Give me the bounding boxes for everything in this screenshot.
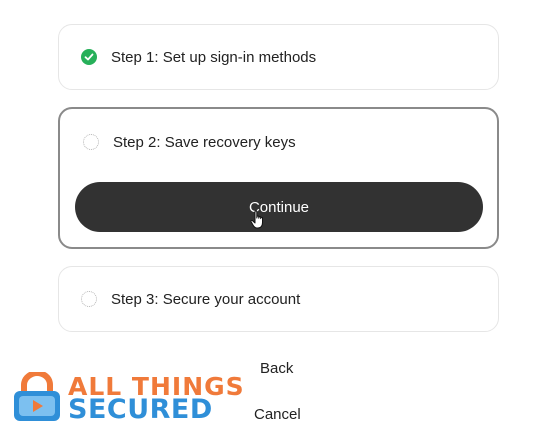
padlock-play-icon — [14, 372, 60, 421]
pending-circle-icon — [81, 291, 97, 307]
step-1-card[interactable]: Step 1: Set up sign-in methods — [58, 24, 499, 90]
continue-button[interactable]: Continue — [75, 182, 483, 232]
step-3-label: Step 3: Secure your account — [111, 290, 301, 308]
check-circle-icon — [81, 49, 97, 65]
step-2-label: Step 2: Save recovery keys — [113, 133, 296, 151]
step-1-label: Step 1: Set up sign-in methods — [111, 48, 317, 66]
pending-circle-icon — [83, 134, 99, 150]
step-2-row: Step 2: Save recovery keys — [83, 125, 296, 159]
step-1-row: Step 1: Set up sign-in methods — [81, 25, 316, 89]
step-2-card[interactable]: Step 2: Save recovery keys Continue — [58, 107, 499, 249]
back-link[interactable]: Back — [260, 360, 293, 377]
hand-cursor-icon — [250, 210, 263, 229]
cancel-link[interactable]: Cancel — [254, 406, 301, 423]
setup-page: Step 1: Set up sign-in methods Step 2: S… — [0, 0, 550, 431]
step-3-row: Step 3: Secure your account — [81, 267, 300, 331]
logo-line-2: SECURED — [68, 394, 213, 425]
step-3-card[interactable]: Step 3: Secure your account — [58, 266, 499, 332]
all-things-secured-logo: ALL THINGS SECURED — [10, 372, 245, 425]
